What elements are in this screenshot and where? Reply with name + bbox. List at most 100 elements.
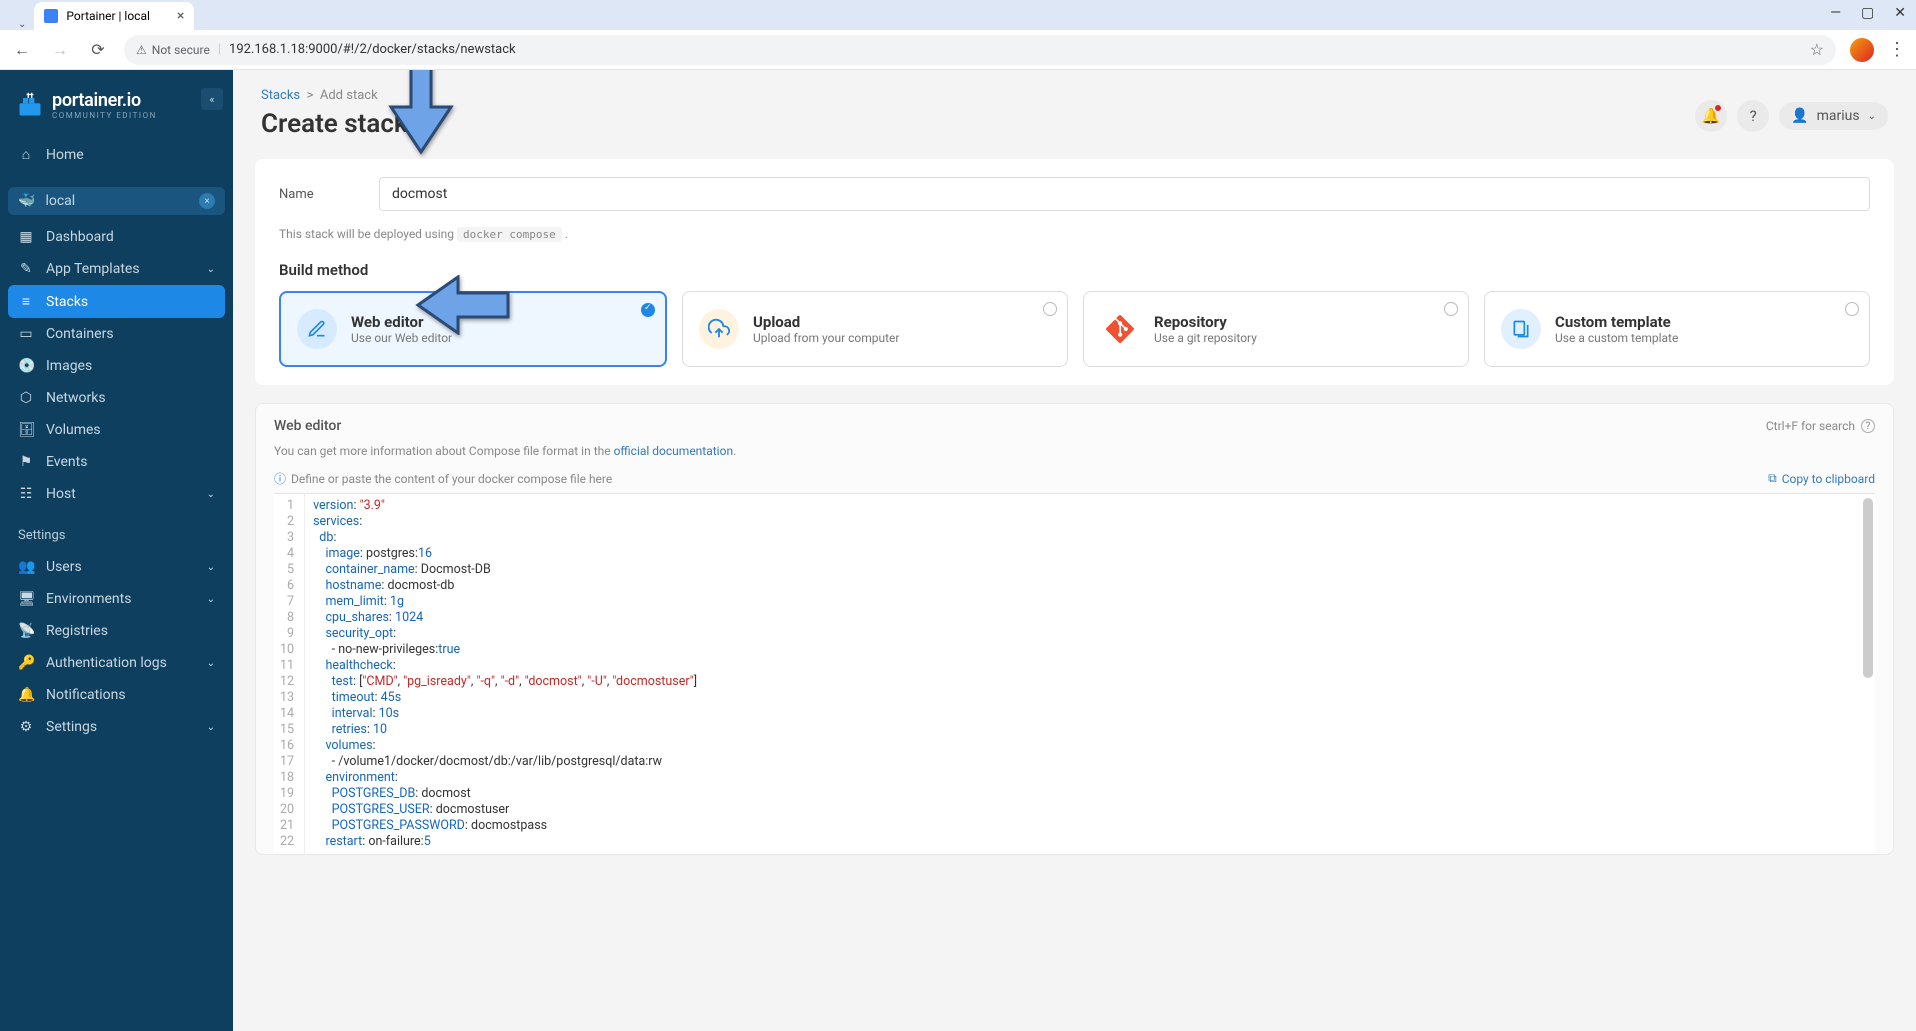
user-icon: 👤	[1791, 108, 1808, 124]
radio-icon	[1845, 302, 1859, 316]
favicon-icon	[44, 9, 58, 23]
docs-link[interactable]: official documentation	[614, 444, 734, 458]
sidebar-item-app-templates[interactable]: ✎ App Templates ⌄	[0, 253, 233, 285]
nav-icon: ✎	[18, 261, 34, 277]
url-text: 192.168.1.18:9000/#!/2/docker/stacks/new…	[229, 42, 516, 57]
home-icon: ⌂	[18, 146, 34, 163]
nav-icon: 🖥	[18, 591, 34, 607]
notifications-button[interactable]: 🔔	[1695, 100, 1727, 132]
nav-icon: ☷	[18, 486, 34, 502]
close-window-icon[interactable]: ✕	[1894, 5, 1906, 21]
browser-menu-icon[interactable]: ⋮	[1888, 39, 1906, 60]
sidebar-item-networks[interactable]: ⬡Networks	[0, 382, 233, 414]
name-label: Name	[279, 187, 339, 202]
sidebar-collapse-button[interactable]: «	[201, 88, 223, 110]
sidebar-item-volumes[interactable]: 🗄 Volumes	[0, 414, 233, 446]
browser-tab[interactable]: Portainer | local ×	[34, 2, 194, 30]
sidebar-item-home[interactable]: ⌂ Home	[0, 138, 233, 171]
method-repository[interactable]: Repository Use a git repository	[1083, 291, 1469, 367]
chevron-down-icon: ⌄	[207, 264, 215, 275]
sidebar-item-label: Settings	[46, 719, 97, 735]
sidebar-item-containers[interactable]: ▭Containers	[0, 318, 233, 350]
annotation-arrow-left	[413, 275, 513, 339]
tab-close-icon[interactable]: ×	[177, 8, 184, 24]
code-content[interactable]: version: "3.9"services: db: image: postg…	[305, 494, 705, 854]
sidebar-settings-heading: Settings	[0, 510, 233, 551]
sidebar-item-label: Authentication logs	[46, 655, 167, 671]
tab-list-dropdown-icon[interactable]: ⌄	[10, 19, 34, 30]
sidebar-item-label: App Templates	[46, 261, 140, 277]
minimize-icon[interactable]: —	[1830, 5, 1841, 21]
environment-pill[interactable]: 🐳 local ×	[8, 187, 225, 215]
breadcrumb-root[interactable]: Stacks	[261, 88, 300, 103]
sidebar-item-environments[interactable]: 🖥Environments⌄	[0, 583, 233, 615]
sidebar-item-events[interactable]: ⚑Events	[0, 446, 233, 478]
sidebar-item-label: Environments	[46, 591, 131, 607]
reload-icon[interactable]: ⟳	[86, 38, 110, 62]
chevron-down-icon: ⌄	[207, 722, 215, 733]
sidebar-item-label: Notifications	[46, 687, 126, 703]
nav-icon: 🗄	[18, 422, 34, 438]
method-subtitle: Upload from your computer	[753, 331, 899, 345]
form-panel: Name This stack will be deployed using d…	[255, 159, 1894, 385]
sidebar-item-label: Containers	[46, 326, 114, 342]
scrollbar-thumb[interactable]	[1863, 498, 1873, 678]
copy-to-clipboard-button[interactable]: ⧉ Copy to clipboard	[1768, 471, 1875, 486]
sidebar-item-registries[interactable]: 📡 Registries	[0, 615, 233, 647]
nav-icon: ⚑	[18, 454, 34, 470]
maximize-icon[interactable]: ▢	[1861, 5, 1874, 21]
editor-info: ⓘ Define or paste the content of your do…	[274, 470, 612, 487]
portainer-logo-icon	[16, 91, 44, 119]
logo-text: portainer.io	[52, 90, 157, 111]
info-icon: ⓘ	[274, 470, 286, 487]
editor-panel: Web editor Ctrl+F for search ? You can g…	[255, 403, 1894, 855]
bookmark-star-icon[interactable]: ☆	[1810, 40, 1824, 59]
sidebar-item-settings[interactable]: ⚙Settings⌄	[0, 711, 233, 743]
nav-icon: ≡	[18, 293, 34, 310]
editor-title: Web editor	[274, 418, 341, 434]
sidebar-item-host[interactable]: ☷Host⌄	[0, 478, 233, 510]
copy-icon: ⧉	[1768, 471, 1777, 486]
browser-tab-bar: ⌄ Portainer | local ×	[0, 0, 1916, 30]
chevron-down-icon: ⌄	[1868, 111, 1876, 122]
template-icon	[1501, 309, 1541, 349]
security-badge[interactable]: ⚠ Not secure	[136, 43, 210, 57]
sidebar-item-users[interactable]: 👥Users⌄	[0, 551, 233, 583]
sidebar-item-stacks[interactable]: ≡ Stacks	[8, 285, 225, 318]
help-circle-icon[interactable]: ?	[1861, 419, 1875, 433]
sidebar-item-notifications[interactable]: 🔔Notifications	[0, 679, 233, 711]
editor-shortcut-hint: Ctrl+F for search ?	[1766, 419, 1875, 433]
build-method-heading: Build method	[279, 261, 1870, 279]
method-subtitle: Use a git repository	[1154, 331, 1257, 345]
environment-close-icon[interactable]: ×	[199, 193, 215, 209]
radio-icon	[1043, 302, 1057, 316]
code-gutter: 12345678910111213141516171819202122	[274, 494, 305, 854]
method-custom-template[interactable]: Custom template Use a custom template	[1484, 291, 1870, 367]
user-menu-button[interactable]: 👤 marius ⌄	[1779, 102, 1888, 130]
radio-checked-icon	[641, 303, 655, 317]
logo: portainer.io COMMUNITY EDITION	[0, 82, 233, 138]
stack-name-input[interactable]	[379, 177, 1870, 211]
chevron-down-icon: ⌄	[207, 489, 215, 500]
chevron-down-icon: ⌄	[207, 658, 215, 669]
sidebar-item-images[interactable]: 💿Images	[0, 350, 233, 382]
sidebar-item-label: Registries	[46, 623, 108, 639]
url-bar[interactable]: ⚠ Not secure | 192.168.1.18:9000/#!/2/do…	[124, 35, 1836, 65]
sidebar-item-label: Stacks	[46, 294, 88, 310]
nav-icon: 👥	[18, 559, 34, 575]
annotation-arrow-down	[381, 70, 461, 166]
sidebar-item-dashboard[interactable]: ▦Dashboard	[0, 221, 233, 253]
edit-icon	[297, 309, 337, 349]
profile-avatar-icon[interactable]	[1850, 38, 1874, 62]
git-icon	[1100, 309, 1140, 349]
sidebar-item-authentication-logs[interactable]: 🔑Authentication logs⌄	[0, 647, 233, 679]
help-button[interactable]: ?	[1737, 100, 1769, 132]
method-title: Repository	[1154, 313, 1257, 331]
method-upload[interactable]: Upload Upload from your computer	[682, 291, 1068, 367]
code-editor[interactable]: 12345678910111213141516171819202122 vers…	[274, 493, 1875, 854]
forward-icon[interactable]: →	[48, 38, 72, 62]
tab-title: Portainer | local	[66, 9, 150, 23]
back-icon[interactable]: ←	[10, 38, 34, 62]
sidebar-item-label: Volumes	[46, 422, 101, 438]
nav-icon: 📡	[18, 623, 34, 639]
